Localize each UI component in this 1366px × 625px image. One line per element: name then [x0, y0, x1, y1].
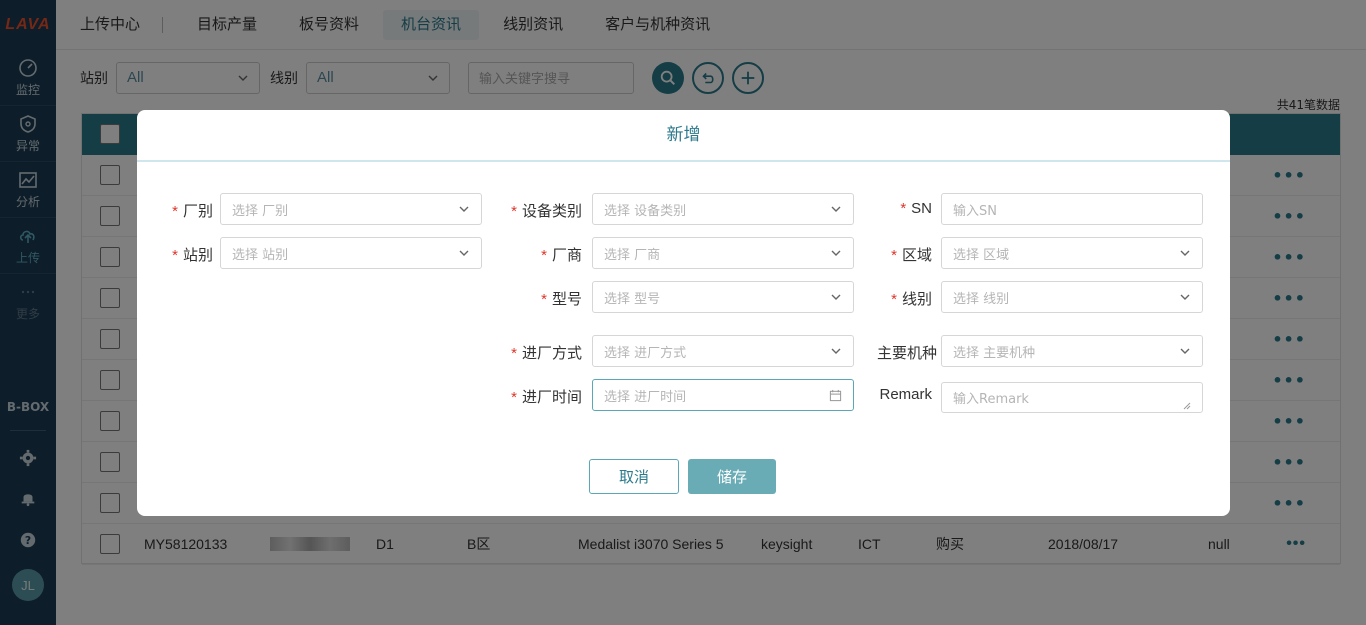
region-label: * 区域 — [837, 244, 932, 265]
required-mark: * — [541, 247, 547, 264]
chevron-down-icon — [459, 206, 469, 212]
cancel-button[interactable]: 取消 — [589, 459, 679, 494]
region-label-text: 区域 — [901, 247, 932, 264]
vendor-label-text: 厂商 — [551, 247, 582, 264]
remark-placeholder: 输入Remark — [953, 392, 1029, 407]
main-product-select[interactable]: 选择 主要机种 — [941, 335, 1203, 367]
main-product-placeholder: 选择 主要机种 — [953, 345, 1036, 361]
main-product-label: 主要机种 — [876, 345, 937, 362]
required-mark: * — [172, 247, 178, 264]
chevron-down-icon — [459, 250, 469, 256]
entry-time-datepicker[interactable]: 选择 进厂时间 — [592, 379, 854, 411]
device-type-label: * 设备类别 — [487, 200, 582, 221]
entry-method-placeholder: 选择 进厂方式 — [604, 345, 687, 361]
required-mark: * — [891, 291, 897, 308]
line-label-text: 线别 — [901, 291, 932, 308]
factory-label: * 厂别 — [157, 200, 213, 221]
remark-textarea[interactable]: 输入Remark — [941, 382, 1203, 413]
station-label-text: 站别 — [182, 247, 213, 264]
resize-handle-icon — [1183, 402, 1191, 410]
station-select[interactable]: 选择 站别 — [220, 237, 482, 269]
sn-label-text: SN — [911, 200, 932, 217]
chevron-down-icon — [1180, 294, 1190, 300]
station-placeholder: 选择 站别 — [232, 247, 289, 263]
required-mark: * — [900, 200, 907, 217]
model-select[interactable]: 选择 型号 — [592, 281, 854, 313]
device-type-placeholder: 选择 设备类别 — [604, 203, 687, 219]
chevron-down-icon — [1180, 250, 1190, 256]
entry-method-label-text: 进厂方式 — [521, 345, 582, 362]
vendor-placeholder: 选择 厂商 — [604, 247, 661, 263]
sn-label: * SN — [837, 200, 932, 217]
sn-placeholder: 输入SN — [953, 203, 997, 219]
entry-time-label-text: 进厂时间 — [521, 389, 582, 406]
required-mark: * — [511, 345, 517, 362]
dialog-title: 新增 — [137, 110, 1230, 162]
entry-method-label: * 进厂方式 — [487, 342, 582, 363]
entry-time-placeholder: 选择 进厂时间 — [604, 389, 687, 405]
required-mark: * — [541, 291, 547, 308]
sn-input[interactable]: 输入SN — [941, 193, 1203, 225]
vendor-select[interactable]: 选择 厂商 — [592, 237, 854, 269]
entry-time-label: * 进厂时间 — [487, 386, 582, 407]
add-machine-dialog: 新增 * 厂别 选择 厂别 * 站别 选择 站别 * 设备类别 选择 设备类别 * 厂商… — [137, 110, 1230, 516]
line-placeholder: 选择 线别 — [953, 291, 1010, 307]
required-mark: * — [891, 247, 897, 264]
station-label: * 站别 — [157, 244, 213, 265]
device-type-select[interactable]: 选择 设备类别 — [592, 193, 854, 225]
required-mark: * — [511, 389, 517, 406]
remark-label: Remark — [879, 386, 932, 403]
factory-label-text: 厂别 — [182, 203, 213, 220]
model-label-text: 型号 — [551, 291, 582, 308]
save-button[interactable]: 储存 — [688, 459, 776, 494]
model-placeholder: 选择 型号 — [604, 291, 661, 307]
chevron-down-icon — [1180, 348, 1190, 354]
line-label: * 线别 — [837, 288, 932, 309]
device-type-label-text: 设备类别 — [521, 203, 582, 220]
vendor-label: * 厂商 — [487, 244, 582, 265]
factory-select[interactable]: 选择 厂别 — [220, 193, 482, 225]
factory-placeholder: 选择 厂别 — [232, 203, 289, 219]
required-mark: * — [172, 203, 178, 220]
region-select[interactable]: 选择 区域 — [941, 237, 1203, 269]
line-select[interactable]: 选择 线别 — [941, 281, 1203, 313]
entry-method-select[interactable]: 选择 进厂方式 — [592, 335, 854, 367]
required-mark: * — [511, 203, 517, 220]
model-label: * 型号 — [487, 288, 582, 309]
region-placeholder: 选择 区域 — [953, 247, 1010, 263]
